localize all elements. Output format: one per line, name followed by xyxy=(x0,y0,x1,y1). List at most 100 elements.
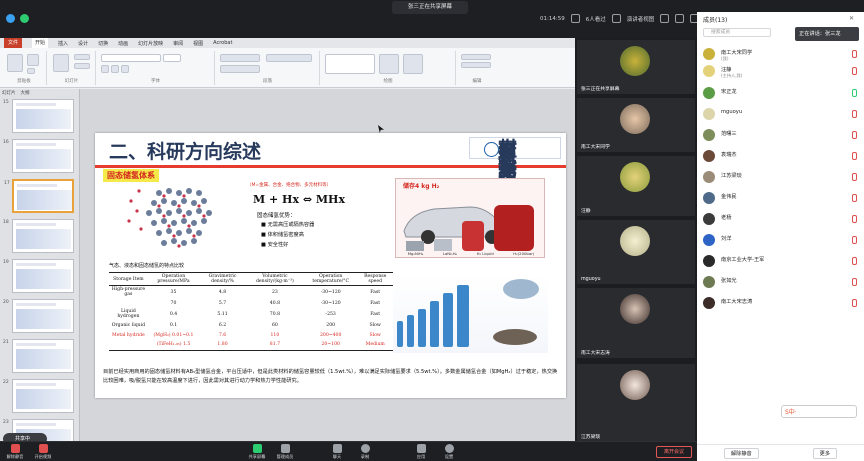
text-direction-icon[interactable] xyxy=(266,54,312,62)
tab-home[interactable]: 开始 xyxy=(32,38,49,48)
tab-review[interactable]: 审阅 xyxy=(173,40,183,47)
record-button[interactable]: 录制 xyxy=(354,444,376,460)
ime-toolbar[interactable]: S中· xyxy=(781,405,857,418)
member-row[interactable]: 张如光 xyxy=(703,274,859,291)
slide-thumbnail[interactable]: 21 xyxy=(3,339,74,373)
video-tile[interactable]: 南工大宋同学 xyxy=(577,98,695,152)
member-row[interactable]: 江苏梁琰 xyxy=(703,169,859,186)
mic-muted-icon[interactable] xyxy=(852,215,857,223)
mic-muted-icon[interactable] xyxy=(852,110,857,118)
slide-thumbnail[interactable]: 18 xyxy=(3,219,74,253)
member-row[interactable]: 南工大宋同学 (我) xyxy=(703,46,859,63)
slide-thumbnail[interactable]: 22 xyxy=(3,379,74,413)
mic-muted-icon[interactable] xyxy=(852,299,857,307)
mic-muted-icon[interactable] xyxy=(852,194,857,202)
leave-meeting-button[interactable]: 离开会议 xyxy=(656,446,692,458)
group-label: 段落 xyxy=(263,79,272,84)
video-tile[interactable]: 张三正在共享屏幕 xyxy=(577,40,695,94)
member-row[interactable]: 老杨 xyxy=(703,211,859,228)
member-row[interactable]: 汪静 (主持人,我) xyxy=(703,63,859,80)
font-size-select[interactable] xyxy=(163,54,181,62)
share-screen-button[interactable]: 共享屏幕 xyxy=(246,444,268,460)
chat-button[interactable]: 聊天 xyxy=(326,444,348,460)
slide-body-text: 目前已经实用商用的固态储氢材料有AB₅型储氢合金，平台压适中，但是此类材料的储氢… xyxy=(103,369,558,384)
avatar xyxy=(620,162,650,192)
video-button[interactable]: 开启视频 xyxy=(32,444,54,460)
align-icon[interactable] xyxy=(220,65,260,73)
tab-slides[interactable]: 幻灯片 xyxy=(2,90,16,96)
italic-icon[interactable] xyxy=(111,65,119,73)
tab-insert[interactable]: 插入 xyxy=(58,40,68,47)
font-family-select[interactable] xyxy=(101,54,161,62)
avatar xyxy=(703,297,715,309)
bold-icon[interactable] xyxy=(101,65,109,73)
mic-on-icon[interactable] xyxy=(852,89,857,97)
member-row[interactable]: 南工大宋志涛 xyxy=(703,295,859,312)
mic-muted-icon[interactable] xyxy=(852,152,857,160)
minimize-icon[interactable] xyxy=(675,14,685,23)
mic-muted-icon[interactable] xyxy=(852,173,857,181)
video-tile[interactable]: 南工大宋志涛 xyxy=(577,288,695,358)
cut-icon[interactable] xyxy=(27,54,39,66)
close-icon[interactable]: ✕ xyxy=(849,15,854,22)
tab-transitions[interactable]: 切换 xyxy=(98,40,108,47)
shapes-gallery[interactable] xyxy=(325,54,375,74)
slide-thumbnail[interactable]: 16 xyxy=(3,139,74,173)
settings-button[interactable]: 设置 xyxy=(438,444,460,460)
member-search-input[interactable]: 搜索成员 xyxy=(703,28,771,37)
paste-icon[interactable] xyxy=(7,54,23,72)
tab-view[interactable]: 视图 xyxy=(193,40,203,47)
chat-icon xyxy=(332,444,342,453)
tab-design[interactable]: 设计 xyxy=(78,40,88,47)
slide-thumbnail[interactable]: 15 xyxy=(3,99,74,133)
member-role: (我) xyxy=(721,56,729,61)
more-button[interactable]: 更多 xyxy=(812,447,838,459)
unmute-all-button[interactable]: 解除静音 xyxy=(723,447,759,459)
member-row[interactable]: 范曙三 xyxy=(703,127,859,144)
fullscreen-icon[interactable] xyxy=(660,14,670,23)
mic-muted-icon[interactable] xyxy=(852,67,857,75)
quick-styles-icon[interactable] xyxy=(403,54,423,74)
member-row[interactable]: mguoyu xyxy=(703,106,859,123)
slide-thumbnail[interactable]: 20 xyxy=(3,299,74,333)
member-row[interactable]: 南京工业大学-王军 xyxy=(703,253,859,270)
video-tile[interactable]: mguoyu xyxy=(577,220,695,284)
video-tile[interactable]: 汪静 xyxy=(577,156,695,216)
share-screen-icon xyxy=(252,444,262,453)
slide-thumbnails-pane: 幻灯片 大纲 15 16 17 18 19 20 21 22 23 xyxy=(0,89,80,461)
mic-muted-icon[interactable] xyxy=(852,257,857,265)
tab-acrobat[interactable]: Acrobat xyxy=(213,40,232,46)
tab-animations[interactable]: 动画 xyxy=(118,40,128,47)
slide-thumbnail-selected[interactable]: 17 xyxy=(4,179,74,213)
manage-members-button[interactable]: 管理成员 xyxy=(274,444,296,460)
underline-icon[interactable] xyxy=(121,65,129,73)
member-row[interactable]: 金伟民 xyxy=(703,190,859,207)
view-switch[interactable]: 演讲者视图 xyxy=(627,15,655,23)
new-slide-icon[interactable] xyxy=(53,54,69,72)
tab-outline[interactable]: 大纲 xyxy=(21,90,30,96)
info-icon[interactable] xyxy=(6,14,15,23)
mic-button[interactable]: 解除静音 xyxy=(4,444,26,460)
arrange-icon[interactable] xyxy=(379,54,399,74)
apps-button[interactable]: 应用 xyxy=(410,444,432,460)
member-row[interactable]: 袁瑞杰 xyxy=(703,148,859,165)
replace-icon[interactable] xyxy=(461,62,491,68)
video-tile[interactable]: 江苏梁琰 xyxy=(577,364,695,442)
slide-thumbnail[interactable]: 19 xyxy=(3,259,74,293)
copy-icon[interactable] xyxy=(27,68,35,74)
advantage-item: ■ 安全性好 xyxy=(261,242,289,248)
member-row[interactable]: 宋正龙 xyxy=(703,85,859,102)
member-row[interactable]: 刘洋 xyxy=(703,232,859,249)
mic-muted-icon[interactable] xyxy=(852,236,857,244)
table-row: 70 5.7 40.8 -30~120 Fast xyxy=(170,300,381,306)
participants-count[interactable]: 6人看过 xyxy=(586,15,606,23)
bullets-icon[interactable] xyxy=(220,54,260,62)
tab-file[interactable]: 文件 xyxy=(4,38,23,48)
mic-muted-icon[interactable] xyxy=(852,278,857,286)
mic-muted-icon[interactable] xyxy=(852,131,857,139)
reset-icon[interactable] xyxy=(74,63,90,69)
tab-slideshow[interactable]: 幻灯片放映 xyxy=(138,40,163,47)
layout-icon[interactable] xyxy=(74,54,90,60)
mic-muted-icon[interactable] xyxy=(852,50,857,58)
find-icon[interactable] xyxy=(461,54,491,60)
